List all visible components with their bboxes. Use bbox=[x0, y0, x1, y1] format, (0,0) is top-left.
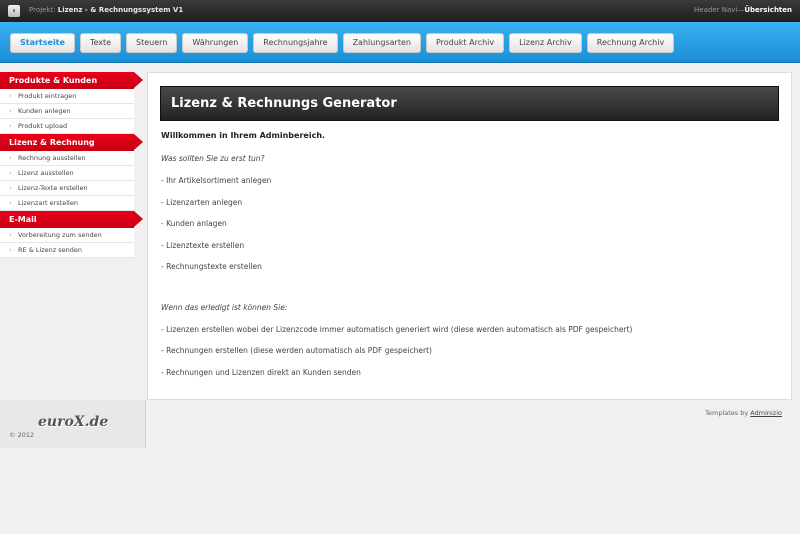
sidebar-item[interactable]: Lizenzart erstellen bbox=[0, 196, 134, 211]
step-item: - Kunden anlagen bbox=[161, 219, 227, 228]
footer-left: euroX.de © 2012 bbox=[0, 400, 146, 448]
sidebar-section-header[interactable]: Lizenz & Rechnung bbox=[0, 134, 143, 151]
tab-texte[interactable]: Texte bbox=[79, 33, 122, 53]
header-nav-link[interactable]: Übersichten bbox=[744, 6, 792, 14]
then-intro-text: Wenn das erledigt ist können Sie: bbox=[161, 303, 288, 312]
eurox-logo: euroX.de bbox=[38, 414, 109, 430]
sidebar-item[interactable]: Lizenz-Texte erstellen bbox=[0, 181, 134, 196]
nav-tabs: Startseite Texte Steuern Währungen Rechnungs… bbox=[10, 33, 675, 53]
sidebar-item[interactable]: Vorbereitung zum senden bbox=[0, 228, 134, 243]
step-item: - Lizenztexte erstellen bbox=[161, 241, 245, 250]
tab-steuern[interactable]: Steuern bbox=[126, 33, 178, 53]
project-label: Projekt: Lizenz - & Rechnungssystem V1 bbox=[29, 6, 183, 14]
templates-credit: Templates by Adminizio bbox=[705, 409, 782, 417]
top-bar: ‹ Projekt: Lizenz - & Rechnungssystem V1… bbox=[0, 0, 800, 22]
sidebar-item[interactable]: Produkt upload bbox=[0, 119, 134, 134]
sidebar-section-header[interactable]: Produkte & Kunden bbox=[0, 72, 143, 89]
step-item: - Ihr Artikelsortiment anlegen bbox=[161, 176, 272, 185]
project-name: Lizenz - & Rechnungssystem V1 bbox=[57, 6, 184, 14]
sidebar-item[interactable]: Lizenz ausstellen bbox=[0, 166, 134, 181]
sidebar-section-header[interactable]: E-Mail bbox=[0, 211, 143, 228]
sidebar-item[interactable]: Produkt eintragen bbox=[0, 89, 134, 104]
step-item: - Lizenzarten anlegen bbox=[161, 198, 243, 207]
header-nav: Header Navi—Übersichten bbox=[694, 6, 792, 14]
then-item: - Rechnungen und Lizenzen direkt an Kund… bbox=[161, 368, 361, 377]
copyright: © 2012 bbox=[9, 431, 35, 439]
sidebar: Produkte & KundenProdukt eintragenKunden… bbox=[0, 72, 146, 258]
tab-startseite[interactable]: Startseite bbox=[10, 33, 75, 53]
main-nav-bar: Startseite Texte Steuern Währungen Rechnungs… bbox=[0, 22, 800, 63]
tab-produkt-archiv[interactable]: Produkt Archiv bbox=[425, 33, 505, 53]
welcome-text: Willkommen in Ihrem Adminbereich. bbox=[161, 131, 326, 140]
sidebar-item[interactable]: Rechnung ausstellen bbox=[0, 151, 134, 166]
project-prefix: Projekt: bbox=[29, 6, 58, 14]
step-item: - Rechnungstexte erstellen bbox=[161, 262, 262, 271]
templates-prefix: Templates by bbox=[705, 409, 751, 417]
header-nav-prefix: Header Navi— bbox=[694, 6, 745, 14]
then-item: - Rechnungen erstellen (diese werden aut… bbox=[161, 346, 432, 355]
sidebar-item[interactable]: RE & Lizenz senden bbox=[0, 243, 134, 258]
page-title: Lizenz & Rechnungs Generator bbox=[160, 86, 779, 121]
sidebar-item[interactable]: Kunden anlegen bbox=[0, 104, 134, 119]
tab-währungen[interactable]: Währungen bbox=[182, 33, 249, 53]
tab-lizenz-archiv[interactable]: Lizenz Archiv bbox=[509, 33, 582, 53]
tab-rechnungsjahre[interactable]: Rechnungsjahre bbox=[253, 33, 338, 53]
tab-rechnung-archiv[interactable]: Rechnung Archiv bbox=[586, 33, 675, 53]
question-text: Was sollten Sie zu erst tun? bbox=[161, 154, 265, 163]
main-content: Lizenz & Rechnungs Generator Willkommen … bbox=[147, 72, 792, 400]
adminizio-link[interactable]: Adminizio bbox=[750, 409, 782, 417]
back-arrow-icon[interactable]: ‹ bbox=[8, 5, 20, 17]
tab-zahlungsarten[interactable]: Zahlungsarten bbox=[342, 33, 421, 53]
then-item: - Lizenzen erstellen wobei der Lizenzcod… bbox=[161, 325, 633, 334]
